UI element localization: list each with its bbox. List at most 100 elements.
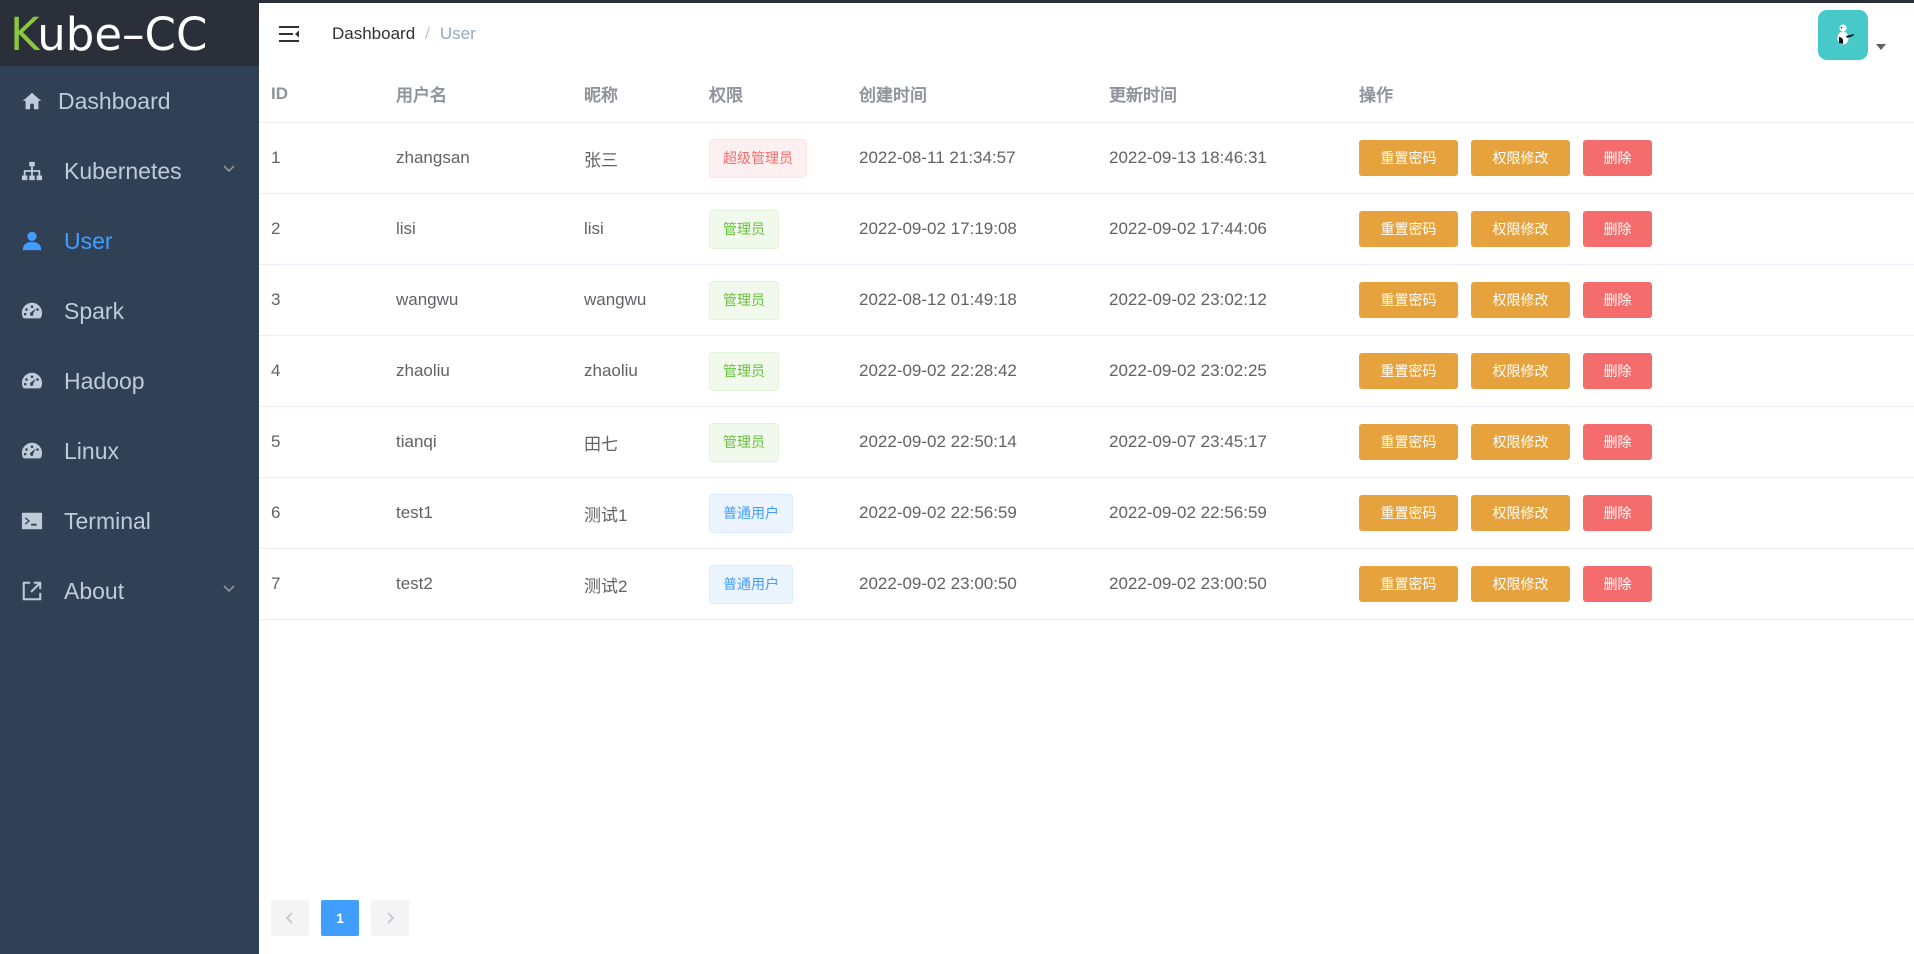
sidebar-item-label: About <box>64 577 125 604</box>
cell-nickname: lisi <box>584 219 604 238</box>
next-page-button[interactable] <box>371 900 409 936</box>
role-tag: 管理员 <box>709 209 779 249</box>
edit-permission-button[interactable]: 权限修改 <box>1471 424 1570 460</box>
reset-password-button[interactable]: 重置密码 <box>1359 282 1458 318</box>
column-header-created: 创建时间 <box>859 86 927 105</box>
edit-permission-button[interactable]: 权限修改 <box>1471 566 1570 602</box>
cell-created-time: 2022-08-12 01:49:18 <box>859 290 1017 309</box>
sidebar-item-kubernetes[interactable]: Kubernetes <box>0 136 259 206</box>
edit-permission-button[interactable]: 权限修改 <box>1471 495 1570 531</box>
user-avatar-menu[interactable] <box>1818 10 1886 60</box>
sidebar-item-label: Linux <box>64 437 119 464</box>
cell-role: 普通用户 <box>697 564 847 604</box>
home-icon <box>20 89 44 113</box>
sidebar-item-spark[interactable]: Spark <box>0 276 259 346</box>
cell-role: 管理员 <box>697 351 847 391</box>
table-row: 2 lisi lisi 管理员 2022-09-02 17:19:08 2022-09-0… <box>259 194 1914 265</box>
table-row: 6 test1 测试1 普通用户 2022-09-02 22:56:59 2022-09-… <box>259 478 1914 549</box>
table-body: 1 zhangsan 张三 超级管理员 2022-08-11 21:34:57 2022-… <box>259 123 1914 620</box>
sidebar-item-about[interactable]: About <box>0 556 259 626</box>
sidebar-item-label: Spark <box>64 297 125 324</box>
delete-button[interactable]: 删除 <box>1583 566 1652 602</box>
cell-id: 5 <box>271 432 281 451</box>
page-number-button[interactable]: 1 <box>321 900 359 936</box>
cell-created-time: 2022-08-11 21:34:57 <box>859 148 1016 167</box>
cell-created-time: 2022-09-02 17:19:08 <box>859 219 1017 238</box>
dashboard-gauge-icon <box>20 369 44 393</box>
cell-id: 2 <box>271 219 281 238</box>
cell-updated-time: 2022-09-07 23:45:17 <box>1109 432 1267 451</box>
cell-created-time: 2022-09-02 22:28:42 <box>859 361 1017 380</box>
role-tag: 管理员 <box>709 422 779 462</box>
cell-username: wangwu <box>396 290 459 309</box>
edit-permission-button[interactable]: 权限修改 <box>1471 211 1570 247</box>
logo-text: Kube–CC <box>10 8 208 61</box>
hamburger-toggle-icon[interactable] <box>279 24 301 44</box>
column-header-updated: 更新时间 <box>1109 86 1177 105</box>
breadcrumb-separator: / <box>425 24 430 43</box>
external-link-icon <box>20 579 44 603</box>
sidebar-item-linux[interactable]: Linux <box>0 416 259 486</box>
breadcrumb-dashboard-link[interactable]: Dashboard <box>332 24 415 44</box>
edit-permission-button[interactable]: 权限修改 <box>1471 140 1570 176</box>
sidebar-menu: Dashboard Kubernetes User Spark Hadoop L… <box>0 66 259 626</box>
user-table: ID 用户名 昵称 权限 创建时间 更新时间 操作 1 zhangsan 张三 超级管… <box>259 65 1914 620</box>
cell-username: zhaoliu <box>396 361 450 380</box>
table-row: 7 test2 测试2 普通用户 2022-09-02 23:00:50 2022-09-… <box>259 549 1914 620</box>
sidebar-item-label: Terminal <box>64 507 151 534</box>
role-tag: 管理员 <box>709 351 779 391</box>
reset-password-button[interactable]: 重置密码 <box>1359 424 1458 460</box>
cell-username: lisi <box>396 219 416 238</box>
prev-page-button[interactable] <box>271 900 309 936</box>
sidebar-item-user[interactable]: User <box>0 206 259 276</box>
reset-password-button[interactable]: 重置密码 <box>1359 566 1458 602</box>
cell-username: zhangsan <box>396 148 470 167</box>
sidebar-item-label: Kubernetes <box>64 157 182 184</box>
cell-username: test2 <box>396 574 433 593</box>
cell-actions: 重置密码 权限修改 删除 <box>1347 566 1914 602</box>
top-navbar: Dashboard / User <box>259 3 1914 65</box>
sidebar-item-dashboard[interactable]: Dashboard <box>0 66 259 136</box>
dashboard-gauge-icon <box>20 439 44 463</box>
app-logo[interactable]: Kube–CC <box>0 3 259 66</box>
table-row: 4 zhaoliu zhaoliu 管理员 2022-09-02 22:28:42 202… <box>259 336 1914 407</box>
reset-password-button[interactable]: 重置密码 <box>1359 495 1458 531</box>
sidebar-item-hadoop[interactable]: Hadoop <box>0 346 259 416</box>
sidebar-item-terminal[interactable]: Terminal <box>0 486 259 556</box>
cell-actions: 重置密码 权限修改 删除 <box>1347 211 1914 247</box>
cell-actions: 重置密码 权限修改 删除 <box>1347 282 1914 318</box>
sidebar-item-label: User <box>64 227 113 254</box>
cell-role: 管理员 <box>697 422 847 462</box>
reset-password-button[interactable]: 重置密码 <box>1359 353 1458 389</box>
table-header: ID 用户名 昵称 权限 创建时间 更新时间 操作 <box>259 65 1914 123</box>
cell-actions: 重置密码 权限修改 删除 <box>1347 424 1914 460</box>
avatar[interactable] <box>1818 10 1868 60</box>
delete-button[interactable]: 删除 <box>1583 211 1652 247</box>
delete-button[interactable]: 删除 <box>1583 495 1652 531</box>
dashboard-gauge-icon <box>20 299 44 323</box>
cell-created-time: 2022-09-02 23:00:50 <box>859 574 1017 593</box>
terminal-icon <box>20 509 44 533</box>
edit-permission-button[interactable]: 权限修改 <box>1471 282 1570 318</box>
cell-actions: 重置密码 权限修改 删除 <box>1347 140 1914 176</box>
cell-id: 3 <box>271 290 281 309</box>
role-tag: 超级管理员 <box>709 138 807 178</box>
reset-password-button[interactable]: 重置密码 <box>1359 140 1458 176</box>
column-header-id: ID <box>271 83 288 103</box>
role-tag: 普通用户 <box>709 564 793 604</box>
reset-password-button[interactable]: 重置密码 <box>1359 211 1458 247</box>
cell-updated-time: 2022-09-02 23:02:25 <box>1109 361 1267 380</box>
delete-button[interactable]: 删除 <box>1583 140 1652 176</box>
delete-button[interactable]: 删除 <box>1583 282 1652 318</box>
delete-button[interactable]: 删除 <box>1583 424 1652 460</box>
delete-button[interactable]: 删除 <box>1583 353 1652 389</box>
cell-id: 7 <box>271 574 281 593</box>
sidebar-item-label: Hadoop <box>64 367 145 394</box>
caret-down-icon[interactable] <box>1876 44 1886 50</box>
role-tag: 普通用户 <box>709 493 793 533</box>
edit-permission-button[interactable]: 权限修改 <box>1471 353 1570 389</box>
sidebar: Kube–CC Dashboard Kubernetes User Spark … <box>0 3 259 954</box>
cell-nickname: 测试1 <box>584 505 628 525</box>
cell-role: 管理员 <box>697 280 847 320</box>
cell-updated-time: 2022-09-13 18:46:31 <box>1109 148 1267 167</box>
